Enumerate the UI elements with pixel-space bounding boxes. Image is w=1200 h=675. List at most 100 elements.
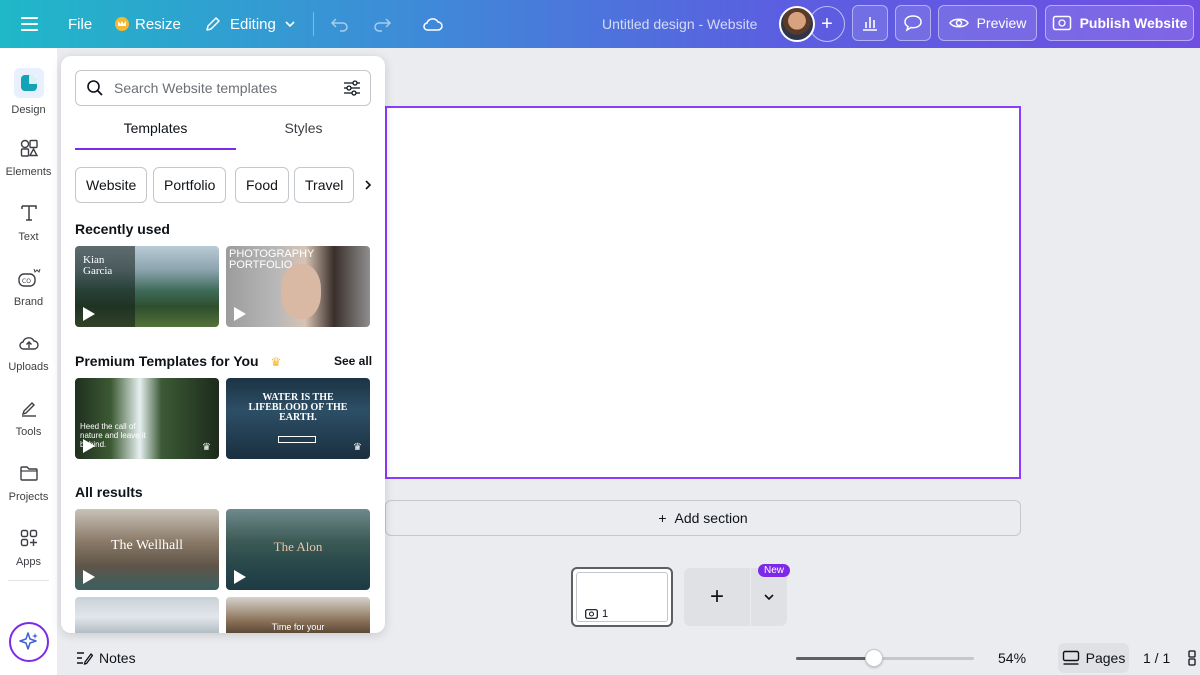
thumbnail-portrait [281, 264, 321, 319]
thumbnail-caption: The Alon [273, 539, 323, 554]
preview-button[interactable]: Preview [938, 5, 1037, 41]
rail-label: Brand [13, 296, 44, 308]
comment-button[interactable] [895, 5, 931, 41]
thumbnail-caption: Kian Garcia [83, 254, 113, 277]
editing-mode-dropdown[interactable]: Editing [204, 0, 296, 48]
template-thumbnail[interactable]: WATER IS THE LIFEBLOOD OF THE EARTH. ♛ [226, 378, 370, 459]
chip-travel[interactable]: Travel [294, 167, 355, 203]
website-canvas[interactable] [385, 106, 1021, 479]
template-thumbnail[interactable]: Kian Garcia [75, 246, 219, 327]
rail-label: Uploads [8, 361, 49, 373]
tab-styles[interactable]: Styles [236, 120, 371, 150]
editing-label: Editing [230, 15, 276, 33]
crown-icon: ♛ [353, 442, 362, 453]
play-icon [234, 307, 246, 321]
rail-item-text[interactable]: Text [0, 192, 57, 252]
search-input[interactable] [114, 80, 334, 96]
zoom-level[interactable]: 54% [998, 650, 1026, 666]
new-badge: New [758, 564, 791, 577]
crown-icon [115, 17, 129, 31]
svg-text:CO: CO [22, 278, 31, 285]
premium-heading: Premium Templates for You ♛ [75, 353, 281, 369]
pages-label: Pages [1085, 650, 1126, 666]
chevron-right-icon[interactable] [359, 167, 377, 203]
collaborators: + [779, 5, 845, 43]
template-thumbnail[interactable]: Heed the call of nature and leave it beh… [75, 378, 219, 459]
thumbnail-caption: The Wellhall [110, 538, 184, 553]
eye-icon [948, 18, 969, 28]
rail-label: Design [11, 104, 46, 116]
premium-heading-label: Premium Templates for You [75, 353, 259, 369]
pencil-icon [206, 17, 220, 31]
template-thumbnail[interactable]: PHOTOGRAPHY PORTFOLIO [226, 246, 370, 327]
play-icon [234, 570, 246, 584]
redo-icon[interactable] [372, 0, 392, 48]
upload-cloud-icon [17, 331, 41, 355]
elements-icon [17, 136, 41, 160]
chip-food[interactable]: Food [235, 167, 289, 203]
document-title[interactable]: Untitled design - Website [602, 0, 757, 48]
chip-website[interactable]: Website [75, 167, 148, 203]
chip-portfolio[interactable]: Portfolio [153, 167, 227, 203]
resize-label: Resize [135, 15, 181, 33]
all-results-heading: All results [75, 484, 143, 500]
notes-label: Notes [99, 650, 136, 666]
search-bar [75, 70, 371, 106]
page-thumbnail[interactable]: 1 [571, 567, 673, 627]
brand-icon: CO [17, 266, 41, 290]
file-menu[interactable]: File [68, 0, 92, 48]
template-thumbnail[interactable]: Time for your [226, 597, 370, 633]
magic-assistant-button[interactable] [9, 622, 49, 662]
thumbnail-button [278, 436, 316, 443]
search-icon [87, 80, 103, 96]
avatar[interactable] [779, 6, 815, 42]
thumbnail-caption: PHOTOGRAPHY PORTFOLIO [229, 248, 315, 271]
see-all-link[interactable]: See all [334, 354, 372, 368]
cloud-save-icon[interactable] [422, 0, 444, 48]
zoom-slider-fill [796, 657, 875, 660]
menu-icon[interactable] [20, 0, 38, 48]
pages-button[interactable]: Pages [1058, 643, 1129, 673]
rail-label: Elements [5, 166, 52, 178]
rail-label: Apps [15, 556, 42, 568]
play-icon [83, 307, 95, 321]
rail-item-projects[interactable]: Projects [0, 452, 57, 512]
template-thumbnail[interactable]: The Wellhall [75, 509, 219, 590]
rail-item-tools[interactable]: Tools [0, 387, 57, 447]
rail-item-apps[interactable]: Apps [0, 517, 57, 577]
rail-item-design[interactable]: Design [0, 62, 57, 122]
zoom-slider-handle[interactable] [865, 649, 884, 667]
rail-label: Text [18, 231, 39, 243]
add-section-label: Add section [674, 510, 748, 526]
draw-tools-icon [17, 396, 41, 420]
page-number-label: 1 [602, 608, 609, 620]
notes-button[interactable]: Notes [75, 648, 136, 668]
filter-icon[interactable] [342, 79, 362, 97]
template-thumbnail[interactable] [75, 597, 219, 633]
rail-item-uploads[interactable]: Uploads [0, 322, 57, 382]
publish-label: Publish Website [1079, 15, 1188, 31]
add-page-button[interactable]: + [684, 568, 750, 626]
recently-used-heading: Recently used [75, 221, 170, 237]
left-rail: Design Elements Text CO Brand Uploads To… [0, 48, 57, 675]
apps-icon [17, 526, 41, 550]
insights-button[interactable] [852, 5, 888, 41]
publish-website-button[interactable]: Publish Website [1045, 5, 1194, 41]
add-section-button[interactable]: + Add section [385, 500, 1021, 536]
undo-icon[interactable] [330, 0, 350, 48]
rail-divider [8, 580, 49, 581]
zoom-slider[interactable] [796, 649, 974, 667]
preview-label: Preview [976, 15, 1027, 31]
play-icon [83, 439, 95, 453]
grid-view-icon[interactable] [1188, 650, 1198, 671]
rail-item-brand[interactable]: CO Brand [0, 257, 57, 317]
notes-icon [77, 652, 93, 665]
tab-templates[interactable]: Templates [75, 120, 236, 150]
template-thumbnail[interactable]: The Alon [226, 509, 370, 590]
sparkle-icon [19, 632, 38, 650]
thumbnail-caption: Time for your [271, 622, 325, 632]
resize-button[interactable]: Resize [115, 0, 181, 48]
rail-item-elements[interactable]: Elements [0, 127, 57, 187]
chevron-down-icon [285, 21, 295, 28]
toolbar-divider [313, 12, 314, 36]
